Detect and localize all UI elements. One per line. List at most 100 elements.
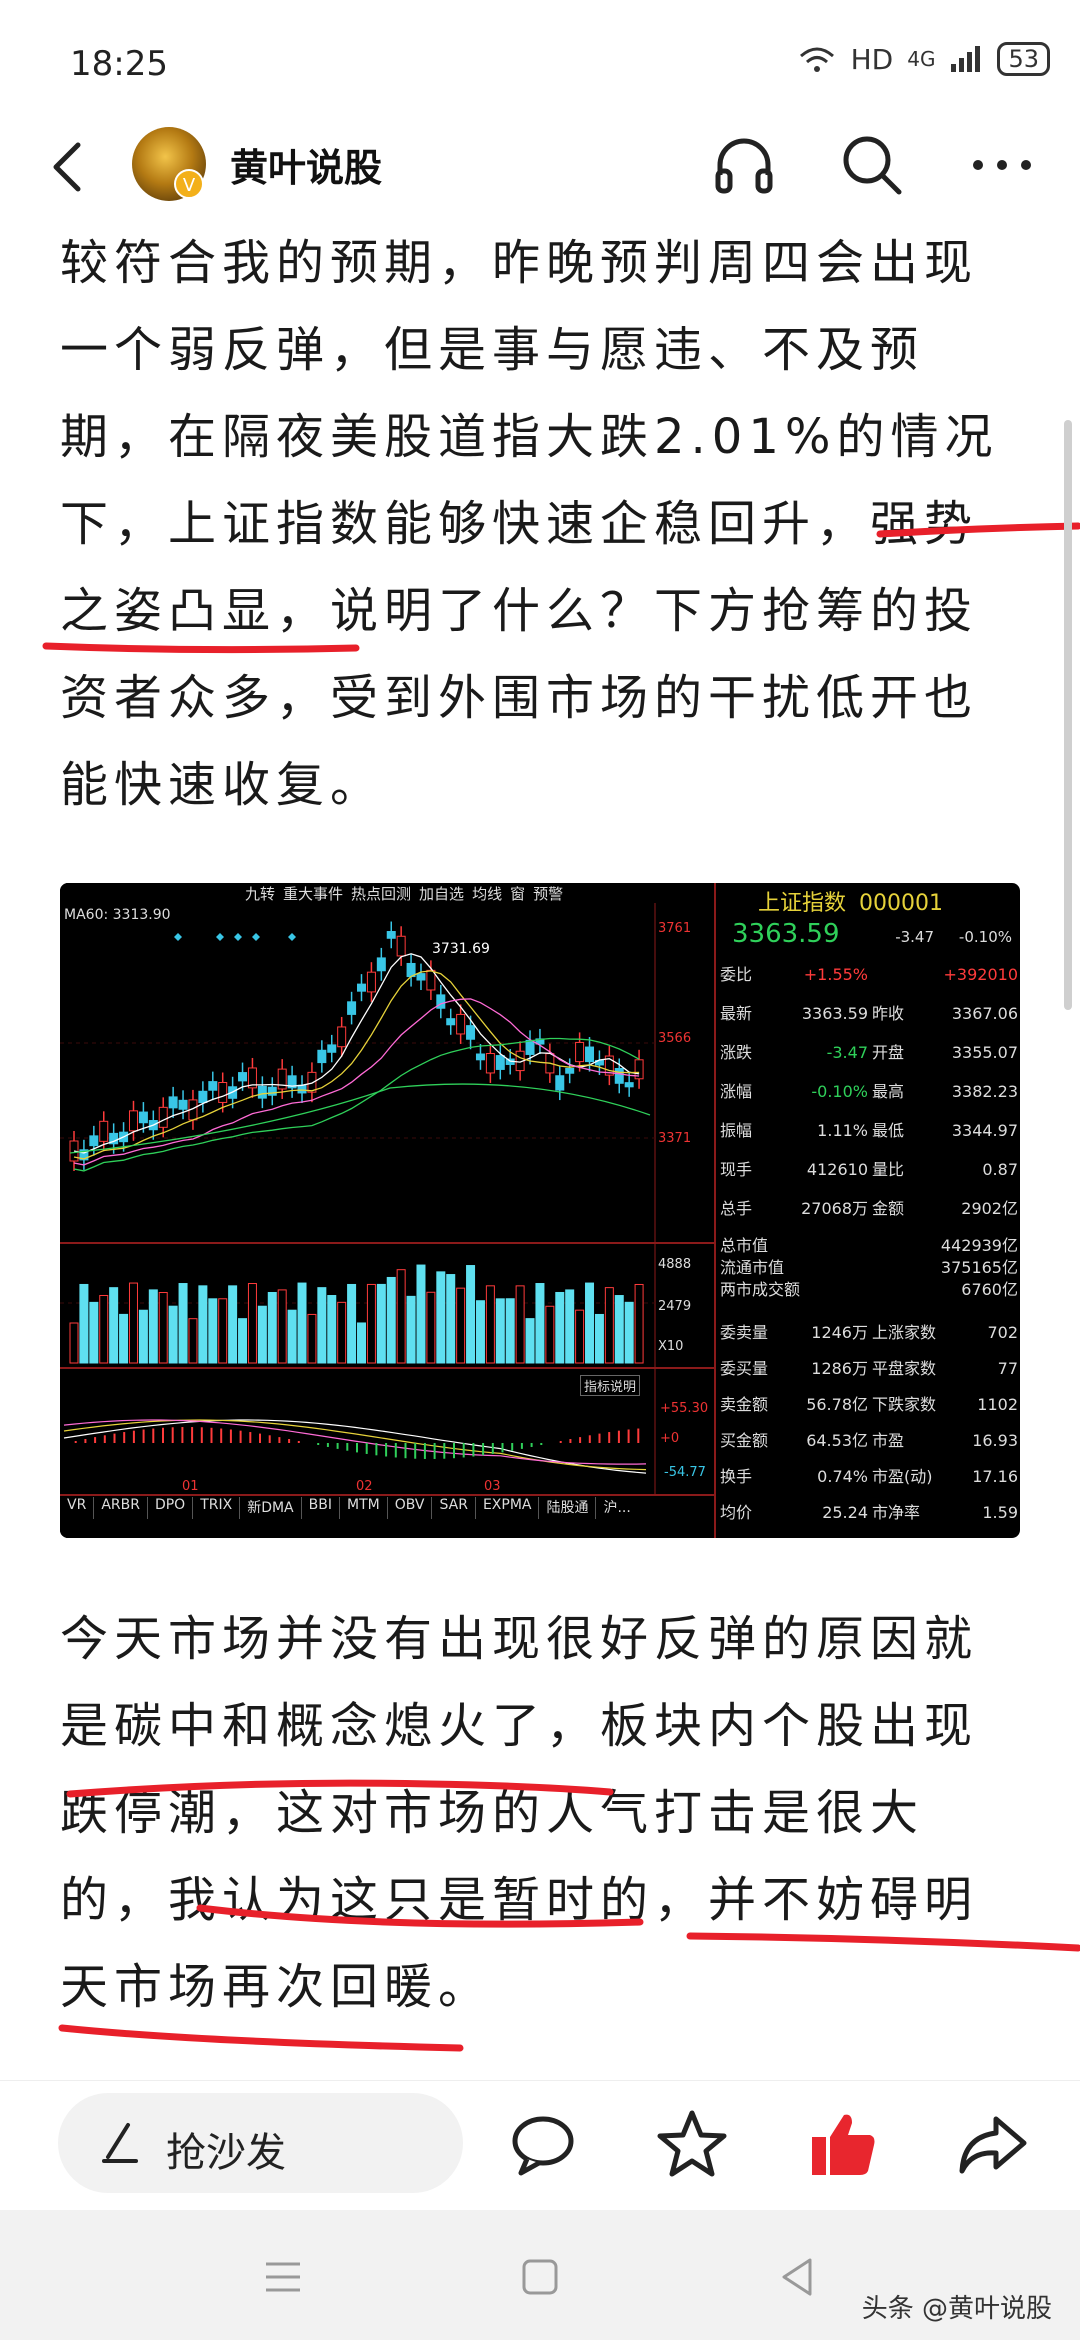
quote-label: 涨幅 <box>720 1082 753 1101</box>
quote-table: 委比 +1.55% +392010 最新 3363.59 昨收 3367.06 涨跌 -3.47… <box>718 955 1020 1228</box>
candle-body <box>357 983 366 992</box>
volume-bar <box>396 1269 406 1364</box>
comment-placeholder: 抢沙发 <box>166 2130 286 2176</box>
volume-bar <box>99 1294 109 1364</box>
indicator-tab[interactable]: TRIX <box>193 1497 241 1519</box>
quote-value: 1246万 <box>811 1323 868 1342</box>
quote-row: 振幅 1.11% 最低 3344.97 <box>718 1111 1020 1150</box>
quote-value: -0.10% <box>811 1082 868 1101</box>
battery-icon: 53 <box>997 42 1050 76</box>
candle-body <box>218 1082 228 1103</box>
author-name[interactable]: 黄叶说股 <box>230 137 382 192</box>
indicator-tab[interactable]: DPO <box>148 1497 194 1519</box>
toolbar-item[interactable]: 均线 <box>472 883 502 903</box>
favorite-star-icon[interactable] <box>654 2107 730 2183</box>
volume-bar <box>624 1301 634 1364</box>
indicator-tab[interactable]: OBV <box>388 1497 433 1519</box>
toolbar-item[interactable]: 窗 <box>510 883 525 903</box>
volume-bar <box>604 1287 614 1364</box>
indicator-tab[interactable]: SAR <box>432 1497 476 1519</box>
volume-bar <box>555 1291 565 1364</box>
quote-value: 56.78亿 <box>806 1395 868 1414</box>
share-icon[interactable] <box>954 2107 1030 2183</box>
volume-bar <box>297 1282 307 1364</box>
toolbar-item[interactable]: 重大事件 <box>283 883 343 903</box>
indicator-tab[interactable]: BBI <box>302 1497 340 1519</box>
indicator-tab[interactable]: 沪... <box>596 1497 637 1519</box>
volume-bar <box>158 1292 168 1364</box>
quote-label: 总手 <box>720 1199 753 1218</box>
volume-axis-top: 4888 <box>658 1257 692 1272</box>
toolbar-item[interactable]: 九转 <box>245 883 275 903</box>
indicator-tab[interactable]: 陆股通 <box>539 1497 597 1519</box>
volume-bar <box>535 1283 545 1364</box>
bottom-action-bar: 抢沙发 <box>0 2080 1080 2210</box>
indicator-tab[interactable]: 新DMA <box>240 1497 302 1519</box>
volume-bar <box>327 1295 337 1364</box>
quote-value: 17.16 <box>972 1467 1018 1486</box>
high-price-label: 3731.69 <box>432 941 490 957</box>
volume-bar <box>277 1289 287 1364</box>
quote-row: 两市成交额(沪市+深市) 6760亿 <box>718 1279 1020 1301</box>
chart-toolbar: 九转 重大事件 热点回测 加自选 均线 窗 预警 <box>245 883 655 903</box>
quote-value: 6760亿 <box>961 1280 1018 1299</box>
quote-row: 委买量 1286万 平盘家数 77 <box>718 1351 1020 1387</box>
quote-value: 375165亿 <box>940 1258 1018 1277</box>
candle-body <box>89 1135 99 1147</box>
article-header: V 黄叶说股 <box>0 115 1080 215</box>
candle-body <box>475 1053 485 1061</box>
toolbar-item[interactable]: 加自选 <box>419 883 464 903</box>
quote-label: 流通市值 <box>720 1258 785 1277</box>
candle-body <box>99 1120 109 1142</box>
volume-bar <box>545 1305 555 1364</box>
home-icon[interactable] <box>515 2252 565 2302</box>
indicator-tab[interactable]: MTM <box>340 1497 388 1519</box>
like-thumbs-up-icon[interactable] <box>804 2107 880 2183</box>
menu-icon[interactable] <box>258 2252 308 2302</box>
candle-body <box>366 971 376 993</box>
volume-bar <box>109 1287 119 1364</box>
quote-label: 两市成交额(沪市+深市) <box>720 1280 800 1299</box>
volume-bar <box>475 1300 485 1364</box>
candle-body <box>267 1086 277 1096</box>
more-icon[interactable] <box>966 129 1038 201</box>
quote-label: 涨跌 <box>720 1043 753 1062</box>
page-scrollbar[interactable] <box>1064 420 1072 1010</box>
headphones-icon[interactable] <box>708 129 780 201</box>
candle-body <box>376 957 386 972</box>
article-paragraph-1: 较符合我的预期，昨晚预判周四会出现一个弱反弹，但是事与愿违、不及预期，在隔夜美股… <box>60 235 999 813</box>
back-triangle-icon[interactable] <box>772 2252 822 2302</box>
indicator-help-button[interactable]: 指标说明 <box>580 1375 641 1396</box>
quote-value: 1.11% <box>817 1121 868 1140</box>
indicator-tab[interactable]: VR <box>60 1497 95 1519</box>
volume-bar <box>119 1313 129 1364</box>
volume-bar <box>594 1313 604 1364</box>
back-arrow-icon[interactable] <box>40 137 100 197</box>
volume-bar <box>347 1283 357 1364</box>
quote-value: 0.74% <box>817 1467 868 1486</box>
volume-bar <box>138 1309 148 1364</box>
toolbar-item[interactable]: 预警 <box>533 883 563 903</box>
candle-body <box>327 1044 337 1053</box>
indicator-tab[interactable]: ARBR <box>94 1497 148 1519</box>
quote-row: 流通市值 375165亿 <box>718 1257 1020 1279</box>
volume-bar <box>238 1318 248 1364</box>
candle-body <box>426 969 436 991</box>
status-bar: 18:25 HD 4G 53 <box>0 0 1080 120</box>
search-icon[interactable] <box>836 129 908 201</box>
indicator-axis-low: -54.77 <box>664 1465 706 1480</box>
comment-icon[interactable] <box>505 2107 581 2183</box>
volume-bar <box>436 1271 446 1364</box>
quote-value: 27068万 <box>801 1199 868 1218</box>
volume-bar <box>614 1295 624 1364</box>
candle-body <box>297 1084 307 1094</box>
indicator-tab[interactable]: EXPMA <box>476 1497 540 1519</box>
volume-bar <box>247 1283 257 1364</box>
price-axis-low: 3371 <box>658 1131 692 1146</box>
toolbar-item[interactable]: 热点回测 <box>351 883 411 903</box>
comment-input[interactable]: 抢沙发 <box>58 2093 463 2193</box>
index-code: 000001 <box>859 891 943 916</box>
network-type: HD <box>850 42 894 76</box>
indicator-axis-zero: +0 <box>660 1431 680 1446</box>
quote-row: 均价 25.24 市净率 1.59 <box>718 1495 1020 1531</box>
